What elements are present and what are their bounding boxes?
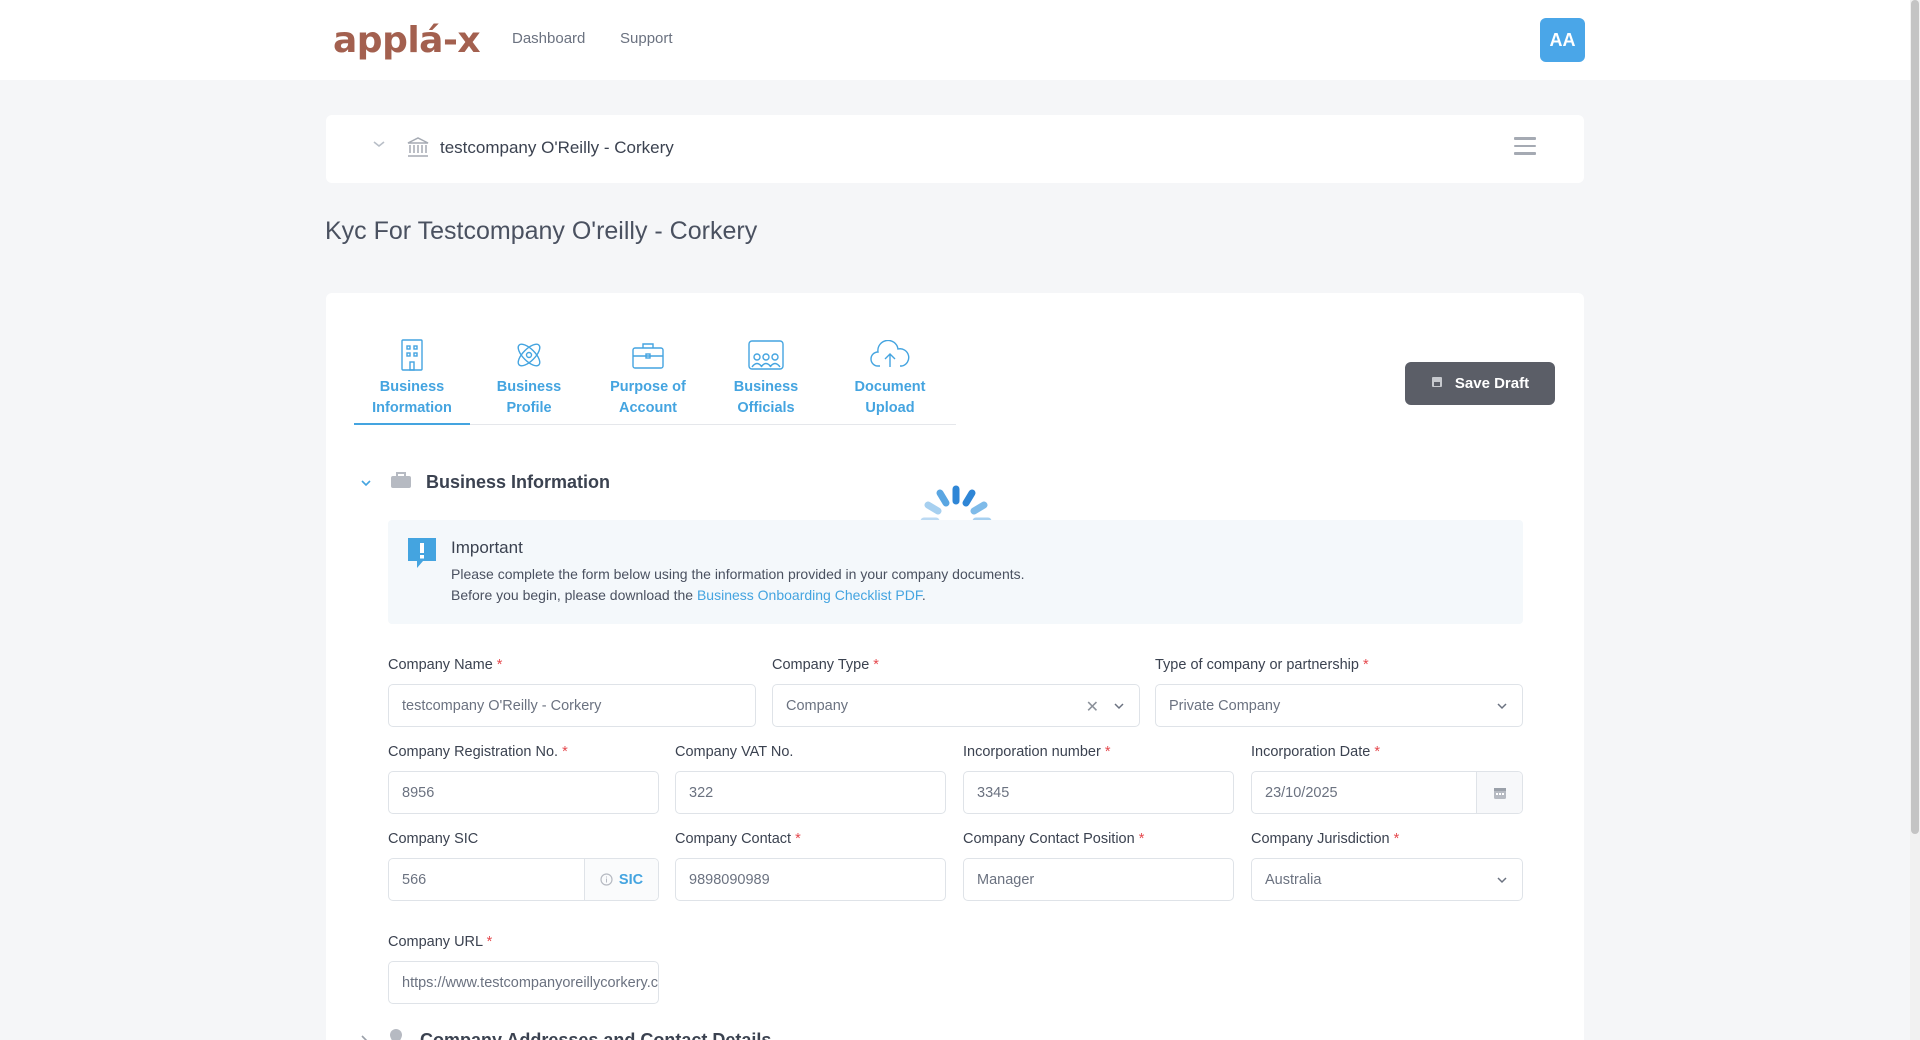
registration-no-label: Company Registration No. * [388, 744, 568, 760]
location-pin-icon [386, 1028, 406, 1040]
chevron-down-icon[interactable] [372, 137, 386, 152]
tab-label-line1: Purpose of [610, 379, 686, 395]
company-type-select[interactable]: Company ✕ [772, 684, 1140, 727]
floppy-disk-icon [1431, 375, 1443, 392]
company-name-label: Company Name * [388, 657, 503, 673]
clear-icon[interactable]: ✕ [1086, 697, 1099, 717]
nav-dashboard[interactable]: Dashboard [512, 30, 585, 47]
incorporation-date-input[interactable]: 23/10/2025 [1251, 771, 1523, 814]
section-header[interactable]: Business Information [360, 471, 610, 494]
tab-label-line2: Upload [865, 400, 915, 416]
incorporation-date-label: Incorporation Date * [1251, 744, 1380, 760]
tab-label-line2: Account [619, 400, 677, 416]
user-avatar[interactable]: AA [1540, 18, 1585, 62]
save-draft-button[interactable]: Save Draft [1405, 362, 1555, 405]
company-name-input[interactable]: testcompany O'Reilly - Corkery [388, 684, 756, 727]
chevron-down-icon[interactable] [360, 476, 372, 490]
vat-no-input[interactable]: 322 [675, 771, 946, 814]
url-input[interactable]: https://www.testcompanyoreillycorkery.co… [388, 961, 659, 1004]
calendar-icon[interactable] [1476, 772, 1522, 813]
alert-icon [405, 536, 439, 575]
chevron-down-icon [1496, 873, 1508, 889]
info-icon [600, 873, 613, 886]
contact-position-input[interactable]: Manager [963, 858, 1234, 901]
notice-title: Important [451, 538, 523, 557]
kyc-form-card: Business Information Business Profile Pu… [326, 293, 1584, 1040]
tab-label-line1: Business [379, 379, 445, 395]
building-icon [360, 337, 464, 373]
company-name: testcompany O'Reilly - Corkery [440, 138, 674, 157]
registration-no-input[interactable]: 8956 [388, 771, 659, 814]
chevron-right-icon[interactable] [360, 1030, 368, 1040]
sic-lookup-button[interactable]: SIC [584, 859, 658, 900]
tab-purpose-of-account[interactable]: Purpose of Account [596, 337, 700, 419]
partnership-type-label: Type of company or partnership * [1155, 657, 1369, 673]
bank-icon [406, 135, 430, 164]
vat-no-label: Company VAT No. [675, 744, 794, 760]
sic-label: Company SIC [388, 831, 479, 847]
nav-support[interactable]: Support [620, 30, 673, 47]
addresses-section-title: Company Addresses and Contact Details [420, 1030, 772, 1040]
contact-label: Company Contact * [675, 831, 801, 847]
atom-icon [477, 337, 581, 373]
company-selector-card: testcompany O'Reilly - Corkery [326, 115, 1584, 183]
company-type-label: Company Type * [772, 657, 879, 673]
scrollbar-thumb[interactable] [1911, 0, 1919, 834]
tab-label-line2: Information [372, 400, 452, 416]
company-type-value: Company [786, 697, 849, 714]
jurisdiction-label: Company Jurisdiction * [1251, 831, 1400, 847]
top-navbar: applá-x Dashboard Support AA [0, 0, 1910, 80]
tab-label-line1: Business [733, 379, 799, 395]
jurisdiction-select[interactable]: Australia [1251, 858, 1523, 901]
partnership-type-select[interactable]: Private Company [1155, 684, 1523, 727]
tab-bar: Business Information Business Profile Pu… [354, 337, 956, 425]
scrollbar[interactable] [1910, 0, 1920, 1040]
tab-business-profile[interactable]: Business Profile [477, 337, 581, 419]
contact-input[interactable]: 9898090989 [675, 858, 946, 901]
sic-addon-label: SIC [618, 871, 644, 888]
notice-line-2: Before you begin, please download the Bu… [451, 587, 926, 603]
tab-label-line1: Business [496, 379, 562, 395]
partnership-type-value: Private Company [1169, 697, 1281, 714]
notice-line-2-suffix: . [921, 587, 926, 603]
chevron-down-icon [1496, 699, 1508, 715]
menu-icon[interactable] [1514, 137, 1536, 160]
sic-value: 566 [402, 871, 427, 888]
incorporation-date-value: 23/10/2025 [1265, 784, 1338, 801]
url-label: Company URL * [388, 934, 493, 950]
page-title: Kyc For Testcompany O'reilly - Corkery [325, 217, 758, 245]
tab-label-line2: Profile [506, 400, 552, 416]
sic-input[interactable]: 566 SIC [388, 858, 659, 901]
people-icon [714, 337, 818, 373]
tab-label-line2: Officials [737, 400, 795, 416]
jurisdiction-value: Australia [1265, 871, 1322, 888]
incorporation-number-input[interactable]: 3345 [963, 771, 1234, 814]
addresses-section-header[interactable]: Company Addresses and Contact Details [360, 1028, 771, 1040]
tab-business-information[interactable]: Business Information [354, 337, 470, 425]
cloud-upload-icon [838, 337, 942, 373]
notice-line-2-text: Before you begin, please download the [451, 587, 697, 603]
checklist-pdf-link[interactable]: Business Onboarding Checklist PDF [697, 587, 922, 603]
save-draft-label: Save Draft [1454, 375, 1530, 392]
briefcase-icon [596, 337, 700, 373]
briefcase-icon [390, 471, 412, 494]
incorporation-number-label: Incorporation number * [963, 744, 1111, 760]
contact-position-label: Company Contact Position * [963, 831, 1145, 847]
section-title: Business Information [426, 472, 611, 492]
tab-business-officials[interactable]: Business Officials [714, 337, 818, 419]
important-notice: Important Please complete the form below… [388, 520, 1523, 624]
notice-line-1: Please complete the form below using the… [451, 566, 1025, 582]
chevron-down-icon [1113, 699, 1125, 715]
tab-label-line1: Document [854, 379, 926, 395]
app-logo[interactable]: applá-x [333, 20, 481, 61]
tab-document-upload[interactable]: Document Upload [838, 337, 942, 419]
